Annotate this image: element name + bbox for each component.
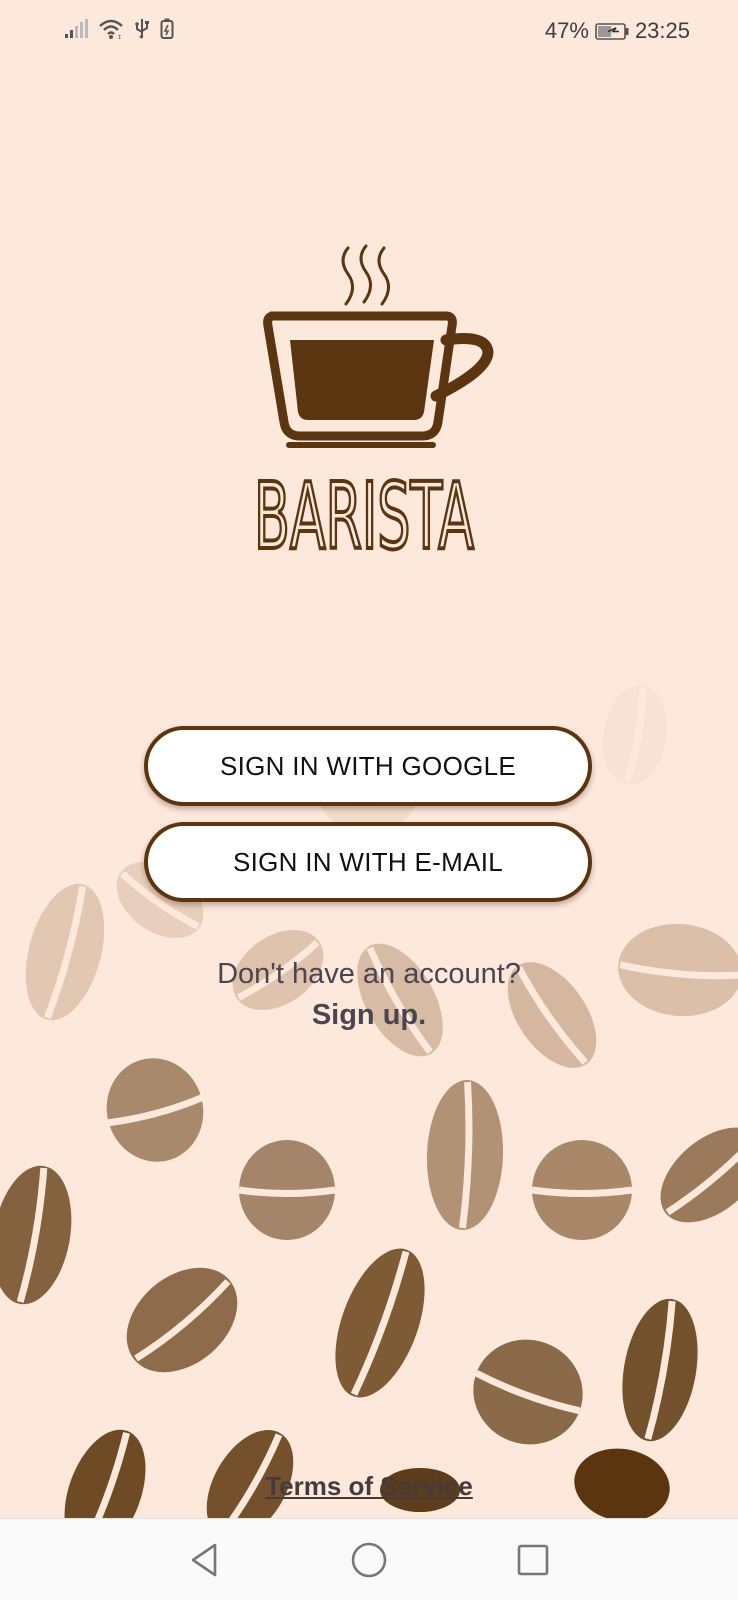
recent-apps-icon[interactable] <box>510 1537 556 1583</box>
wifi-icon: ↕ <box>99 19 123 40</box>
system-navigation-bar <box>0 1518 738 1600</box>
coffee-bean <box>473 1339 583 1445</box>
sign-in-google-label: SIGN IN WITH GOOGLE <box>219 750 517 781</box>
status-bar: ↕ 47% 23:25 <box>0 0 738 64</box>
sign-in-email-label: SIGN IN WITH E-MAIL <box>232 846 504 877</box>
brand-wordmark: BARISTA <box>254 463 474 570</box>
coffee-bean <box>206 1430 294 1520</box>
coffee-bean <box>602 685 668 785</box>
coffee-bean <box>0 1165 72 1305</box>
coffee-bean <box>622 1298 698 1442</box>
coffee-bean <box>126 1267 238 1373</box>
home-icon[interactable] <box>346 1537 392 1583</box>
coffee-bean <box>335 1248 425 1398</box>
coffee-bean <box>64 1429 146 1520</box>
svg-text:↕: ↕ <box>117 34 122 40</box>
usb-icon <box>135 19 149 39</box>
coffee-bean <box>426 1080 504 1230</box>
coffee-beans-background <box>0 685 738 1520</box>
signal-icon <box>65 19 88 38</box>
sign-in-google-button[interactable]: SIGN IN WITH GOOGLE <box>144 726 592 806</box>
no-account-text: Don't have an account? <box>217 958 521 990</box>
steam-icon <box>341 244 390 306</box>
login-screen: ↕ 47% 23:25 BARISTA SIGN IN WITH GOOGLE … <box>0 0 738 1600</box>
sign-in-email-button[interactable]: SIGN IN WITH E-MAIL <box>144 822 592 902</box>
battery-percent: 47% <box>544 18 589 43</box>
battery-saver-icon <box>160 18 174 39</box>
coffee-cup-icon <box>263 311 494 448</box>
status-right: 47% 23:25 <box>545 18 690 44</box>
battery-charging-icon <box>595 22 629 40</box>
status-left-icons: ↕ <box>64 18 174 40</box>
clock: 23:25 <box>634 18 690 43</box>
terms-of-service-link[interactable]: Terms of Service <box>0 1471 738 1502</box>
coffee-bean <box>531 1140 633 1240</box>
coffee-bean <box>660 1127 738 1223</box>
coffee-bean <box>238 1140 336 1240</box>
coffee-bean <box>106 1058 205 1162</box>
barista-logo: BARISTA <box>252 244 494 570</box>
back-icon[interactable] <box>182 1537 228 1583</box>
sign-up-link[interactable]: Sign up. <box>0 999 738 1032</box>
